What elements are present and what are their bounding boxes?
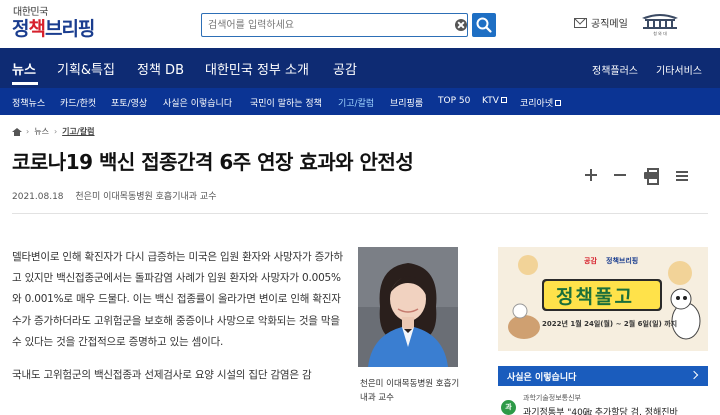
nav-gonggam[interactable]: 공감 [333, 59, 357, 78]
fact-check-title: 사실은 이렇습니다 [507, 373, 577, 383]
search-icon [476, 17, 492, 33]
fact-headline: 과기정통부 "40㎓ 추가할당 검, 정해진바 [523, 408, 678, 415]
print-icon[interactable] [643, 167, 659, 185]
menu-icon[interactable] [674, 167, 690, 183]
fact-check-item[interactable]: 과 과학기술정보통신부 과기정통부 "40㎓ 추가할당 검, 정해진바 [498, 388, 708, 415]
article-date: 2021.08.18 [12, 192, 64, 202]
subnav-cards[interactable]: 카드/한컷 [60, 96, 96, 109]
author-photo [358, 247, 458, 367]
article-meta: 2021.08.18 천은미 이대목동병원 호흡기내과 교수 [12, 189, 216, 202]
breadcrumb: › 뉴스 › 기고/칼럼 [12, 126, 95, 137]
fact-check-header[interactable]: 사실은 이렇습니다 [498, 366, 708, 386]
mail-icon [574, 17, 587, 28]
nav-active-indicator [12, 82, 38, 85]
bluehouse-icon [642, 14, 678, 29]
site-logo[interactable]: 대한민국 정책브리핑 [12, 3, 107, 43]
nav-policy-plus[interactable]: 정책플러스 [592, 62, 638, 77]
subnav-column[interactable]: 기고/칼럼 [338, 96, 374, 109]
subnav-policy-news[interactable]: 정책뉴스 [12, 96, 45, 109]
banner-title: 정책풀고 [556, 286, 634, 308]
article-author: 천은미 이대목동병원 호흡기내과 교수 [75, 192, 217, 202]
subnav-citizen-policy[interactable]: 국민이 말하는 정책 [250, 96, 322, 109]
bluehouse-label: 청 와 대 [653, 31, 667, 36]
article-body: 델타변이로 인해 확진자가 다시 급증하는 미국은 입원 환자와 사망자가 증가… [12, 247, 348, 398]
breadcrumb-separator: › [53, 127, 58, 136]
nav-other-services[interactable]: 기타서비스 [656, 62, 702, 77]
search-input[interactable] [202, 14, 442, 36]
banner-brand-left: 공감 [584, 257, 597, 265]
subnav-ktv[interactable]: KTV [482, 96, 507, 106]
main-navigation: 뉴스 기획&특집 정책 DB 대한민국 정부 소개 공감 정책플러스 기타서비스 [0, 48, 720, 88]
subnav-briefing-room[interactable]: 브리핑룸 [390, 96, 423, 109]
policy-quiz-banner[interactable]: 공감 정책브리핑 정책풀고 2022년 1월 24일(월) ~ 2월 6일(일)… [498, 247, 708, 351]
external-link-icon [555, 100, 562, 106]
bluehouse-logo[interactable]: 청 와 대 [638, 9, 682, 39]
search-button[interactable] [472, 13, 496, 37]
official-mail-link[interactable]: 공직메일 [574, 15, 628, 30]
article-paragraph: 델타변이로 인해 확진자가 다시 급증하는 미국은 입원 환자와 사망자가 증가… [12, 251, 343, 348]
font-decrease-icon[interactable] [612, 167, 628, 183]
author-portrait-image [358, 247, 458, 367]
top-header: 대한민국 정책브리핑 공직메일 청 와 대 [0, 0, 720, 48]
nav-policy-db[interactable]: 정책 DB [137, 59, 184, 78]
breadcrumb-news[interactable]: 뉴스 [34, 126, 49, 137]
nav-news[interactable]: 뉴스 [12, 59, 36, 78]
breadcrumb-separator: › [26, 127, 30, 136]
mail-label: 공직메일 [591, 19, 628, 30]
ministry-badge-icon: 과 [501, 400, 516, 415]
sub-navigation: 정책뉴스 카드/한컷 포토/영상 사실은 이렇습니다 국민이 말하는 정책 기고… [0, 88, 720, 115]
banner-date: 2022년 1월 24일(월) ~ 2월 6일(일) 까지 [542, 320, 678, 328]
article-title: 코로나19 백신 접종간격 6주 연장 효과와 안전성 [12, 150, 414, 174]
external-link-icon [500, 97, 507, 103]
font-increase-icon[interactable] [583, 167, 599, 183]
breadcrumb-column[interactable]: 기고/칼럼 [62, 126, 94, 137]
clear-search-icon[interactable] [455, 19, 467, 31]
subnav-koreanet[interactable]: 코리아넷 [520, 96, 562, 109]
header-divider [12, 213, 708, 214]
chevron-right-icon [690, 371, 700, 381]
article-paragraph: 국내도 고위험군의 백신접종과 선제검사로 요양 시설의 집단 감염은 감 [12, 369, 312, 382]
search-box [201, 13, 468, 37]
logo-title: 정책브리핑 [12, 18, 95, 40]
nav-features[interactable]: 기획&특집 [57, 59, 115, 78]
nav-government[interactable]: 대한민국 정부 소개 [205, 59, 309, 78]
photo-caption: 천은미 이대목동병원 호흡기내과 교수 [360, 379, 460, 403]
subnav-photo-video[interactable]: 포토/영상 [111, 96, 147, 109]
subnav-top50[interactable]: TOP 50 [438, 96, 470, 106]
subnav-fact-check[interactable]: 사실은 이렇습니다 [163, 96, 232, 109]
fact-source: 과학기술정보통신부 [523, 394, 581, 402]
banner-brand-right: 정책브리핑 [606, 257, 639, 265]
home-icon[interactable] [12, 127, 22, 136]
